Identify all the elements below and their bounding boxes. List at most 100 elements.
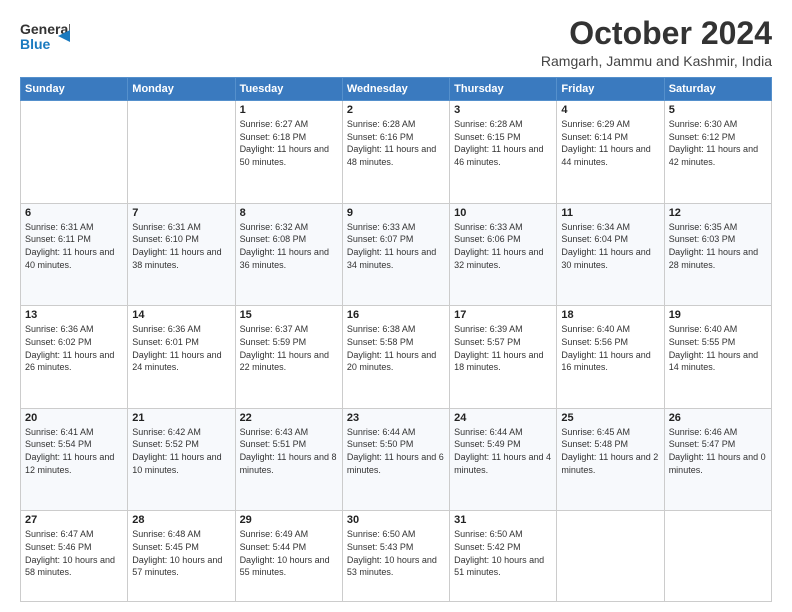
calendar-cell: 16 Sunrise: 6:38 AM Sunset: 5:58 PM Dayli… [342,306,449,409]
cell-content: Sunrise: 6:44 AM Sunset: 5:49 PM Dayligh… [454,426,552,476]
day-number: 26 [669,412,767,424]
cell-content: Sunrise: 6:40 AM Sunset: 5:55 PM Dayligh… [669,323,767,373]
cell-content: Sunrise: 6:49 AM Sunset: 5:44 PM Dayligh… [240,528,338,578]
col-monday: Monday [128,78,235,101]
cell-content: Sunrise: 6:27 AM Sunset: 6:18 PM Dayligh… [240,118,338,168]
cell-content: Sunrise: 6:46 AM Sunset: 5:47 PM Dayligh… [669,426,767,476]
day-number: 15 [240,309,338,321]
cell-content: Sunrise: 6:36 AM Sunset: 6:01 PM Dayligh… [132,323,230,373]
day-number: 13 [25,309,123,321]
cell-content: Sunrise: 6:28 AM Sunset: 6:15 PM Dayligh… [454,118,552,168]
cell-content: Sunrise: 6:36 AM Sunset: 6:02 PM Dayligh… [25,323,123,373]
cell-content: Sunrise: 6:40 AM Sunset: 5:56 PM Dayligh… [561,323,659,373]
cell-content: Sunrise: 6:48 AM Sunset: 5:45 PM Dayligh… [132,528,230,578]
day-number: 9 [347,207,445,219]
calendar-header-row: Sunday Monday Tuesday Wednesday Thursday… [21,78,772,101]
day-number: 31 [454,514,552,526]
calendar-cell: 18 Sunrise: 6:40 AM Sunset: 5:56 PM Dayli… [557,306,664,409]
calendar-week-row: 6 Sunrise: 6:31 AM Sunset: 6:11 PM Daylig… [21,203,772,306]
calendar-cell: 7 Sunrise: 6:31 AM Sunset: 6:10 PM Daylig… [128,203,235,306]
calendar-table: Sunday Monday Tuesday Wednesday Thursday… [20,77,772,602]
day-number: 7 [132,207,230,219]
calendar-cell: 4Sunrise: 6:29 AM Sunset: 6:14 PM Daylig… [557,101,664,204]
title-block: October 2024 Ramgarh, Jammu and Kashmir,… [541,16,772,69]
calendar-cell [21,101,128,204]
cell-content: Sunrise: 6:37 AM Sunset: 5:59 PM Dayligh… [240,323,338,373]
calendar-cell: 1 Sunrise: 6:27 AM Sunset: 6:18 PM Daylig… [235,101,342,204]
col-wednesday: Wednesday [342,78,449,101]
calendar-cell: 29Sunrise: 6:49 AM Sunset: 5:44 PM Dayli… [235,511,342,602]
calendar-page: General Blue October 2024 Ramgarh, Jammu… [0,0,792,612]
header: General Blue October 2024 Ramgarh, Jammu… [20,16,772,69]
day-number: 3 [454,104,552,116]
calendar-week-row: 13 Sunrise: 6:36 AM Sunset: 6:02 PM Dayli… [21,306,772,409]
calendar-week-row: 27Sunrise: 6:47 AM Sunset: 5:46 PM Dayli… [21,511,772,602]
cell-content: Sunrise: 6:35 AM Sunset: 6:03 PM Dayligh… [669,221,767,271]
cell-content: Sunrise: 6:33 AM Sunset: 6:06 PM Dayligh… [454,221,552,271]
calendar-cell: 2Sunrise: 6:28 AM Sunset: 6:16 PM Daylig… [342,101,449,204]
location-subtitle: Ramgarh, Jammu and Kashmir, India [541,53,772,69]
calendar-cell [664,511,771,602]
calendar-cell: 24 Sunrise: 6:44 AM Sunset: 5:49 PM Dayli… [450,408,557,511]
calendar-cell: 8 Sunrise: 6:32 AM Sunset: 6:08 PM Daylig… [235,203,342,306]
calendar-cell [557,511,664,602]
day-number: 11 [561,207,659,219]
calendar-cell: 12 Sunrise: 6:35 AM Sunset: 6:03 PM Dayli… [664,203,771,306]
col-tuesday: Tuesday [235,78,342,101]
calendar-cell: 28 Sunrise: 6:48 AM Sunset: 5:45 PM Dayli… [128,511,235,602]
day-number: 8 [240,207,338,219]
calendar-week-row: 1 Sunrise: 6:27 AM Sunset: 6:18 PM Daylig… [21,101,772,204]
cell-content: Sunrise: 6:31 AM Sunset: 6:10 PM Dayligh… [132,221,230,271]
day-number: 10 [454,207,552,219]
calendar-cell: 27Sunrise: 6:47 AM Sunset: 5:46 PM Dayli… [21,511,128,602]
calendar-cell: 19 Sunrise: 6:40 AM Sunset: 5:55 PM Dayli… [664,306,771,409]
calendar-cell: 31 Sunrise: 6:50 AM Sunset: 5:42 PM Dayli… [450,511,557,602]
logo-icon: General Blue [20,16,70,58]
day-number: 18 [561,309,659,321]
month-year-title: October 2024 [541,16,772,51]
day-number: 24 [454,412,552,424]
calendar-cell [128,101,235,204]
calendar-cell: 5 Sunrise: 6:30 AM Sunset: 6:12 PM Daylig… [664,101,771,204]
calendar-cell: 13 Sunrise: 6:36 AM Sunset: 6:02 PM Dayli… [21,306,128,409]
calendar-cell: 10 Sunrise: 6:33 AM Sunset: 6:06 PM Dayli… [450,203,557,306]
calendar-cell: 9 Sunrise: 6:33 AM Sunset: 6:07 PM Daylig… [342,203,449,306]
cell-content: Sunrise: 6:43 AM Sunset: 5:51 PM Dayligh… [240,426,338,476]
col-thursday: Thursday [450,78,557,101]
day-number: 19 [669,309,767,321]
calendar-cell: 30Sunrise: 6:50 AM Sunset: 5:43 PM Dayli… [342,511,449,602]
calendar-cell: 14Sunrise: 6:36 AM Sunset: 6:01 PM Dayli… [128,306,235,409]
day-number: 17 [454,309,552,321]
logo: General Blue [20,16,70,58]
calendar-cell: 25Sunrise: 6:45 AM Sunset: 5:48 PM Dayli… [557,408,664,511]
cell-content: Sunrise: 6:44 AM Sunset: 5:50 PM Dayligh… [347,426,445,476]
cell-content: Sunrise: 6:42 AM Sunset: 5:52 PM Dayligh… [132,426,230,476]
day-number: 6 [25,207,123,219]
cell-content: Sunrise: 6:30 AM Sunset: 6:12 PM Dayligh… [669,118,767,168]
calendar-cell: 11 Sunrise: 6:34 AM Sunset: 6:04 PM Dayli… [557,203,664,306]
day-number: 4 [561,104,659,116]
cell-content: Sunrise: 6:39 AM Sunset: 5:57 PM Dayligh… [454,323,552,373]
day-number: 21 [132,412,230,424]
cell-content: Sunrise: 6:28 AM Sunset: 6:16 PM Dayligh… [347,118,445,168]
day-number: 5 [669,104,767,116]
day-number: 16 [347,309,445,321]
day-number: 1 [240,104,338,116]
cell-content: Sunrise: 6:32 AM Sunset: 6:08 PM Dayligh… [240,221,338,271]
cell-content: Sunrise: 6:34 AM Sunset: 6:04 PM Dayligh… [561,221,659,271]
calendar-cell: 17 Sunrise: 6:39 AM Sunset: 5:57 PM Dayli… [450,306,557,409]
col-friday: Friday [557,78,664,101]
col-sunday: Sunday [21,78,128,101]
day-number: 12 [669,207,767,219]
cell-content: Sunrise: 6:38 AM Sunset: 5:58 PM Dayligh… [347,323,445,373]
cell-content: Sunrise: 6:33 AM Sunset: 6:07 PM Dayligh… [347,221,445,271]
cell-content: Sunrise: 6:31 AM Sunset: 6:11 PM Dayligh… [25,221,123,271]
svg-text:Blue: Blue [20,36,51,52]
calendar-week-row: 20Sunrise: 6:41 AM Sunset: 5:54 PM Dayli… [21,408,772,511]
day-number: 28 [132,514,230,526]
calendar-cell: 6 Sunrise: 6:31 AM Sunset: 6:11 PM Daylig… [21,203,128,306]
day-number: 27 [25,514,123,526]
cell-content: Sunrise: 6:50 AM Sunset: 5:42 PM Dayligh… [454,528,552,578]
calendar-cell: 21 Sunrise: 6:42 AM Sunset: 5:52 PM Dayli… [128,408,235,511]
calendar-cell: 3 Sunrise: 6:28 AM Sunset: 6:15 PM Daylig… [450,101,557,204]
